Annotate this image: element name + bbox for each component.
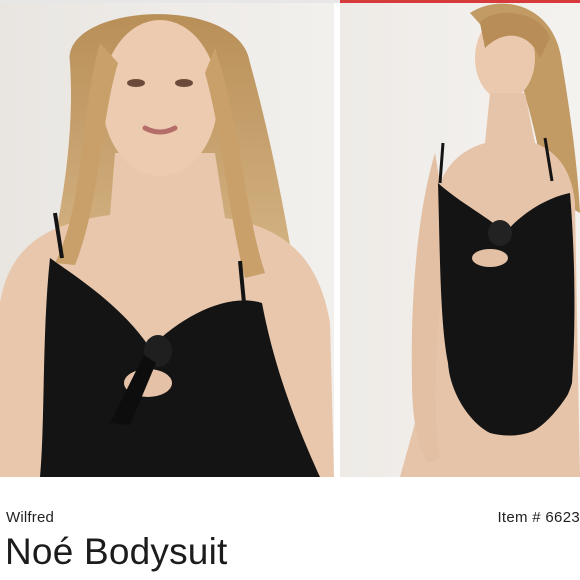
product-listing-card: Wilfred Item # 6623 Noé Bodysuit xyxy=(0,0,580,580)
photo-closeup-illustration xyxy=(0,3,334,477)
product-title[interactable]: Noé Bodysuit xyxy=(5,530,227,574)
product-photo-fullbody[interactable] xyxy=(340,3,580,477)
product-photo-closeup[interactable] xyxy=(0,3,334,477)
photo-fullbody-illustration xyxy=(340,3,580,477)
brand-name[interactable]: Wilfred xyxy=(6,509,54,526)
item-number: Item # 6623 xyxy=(497,509,580,526)
